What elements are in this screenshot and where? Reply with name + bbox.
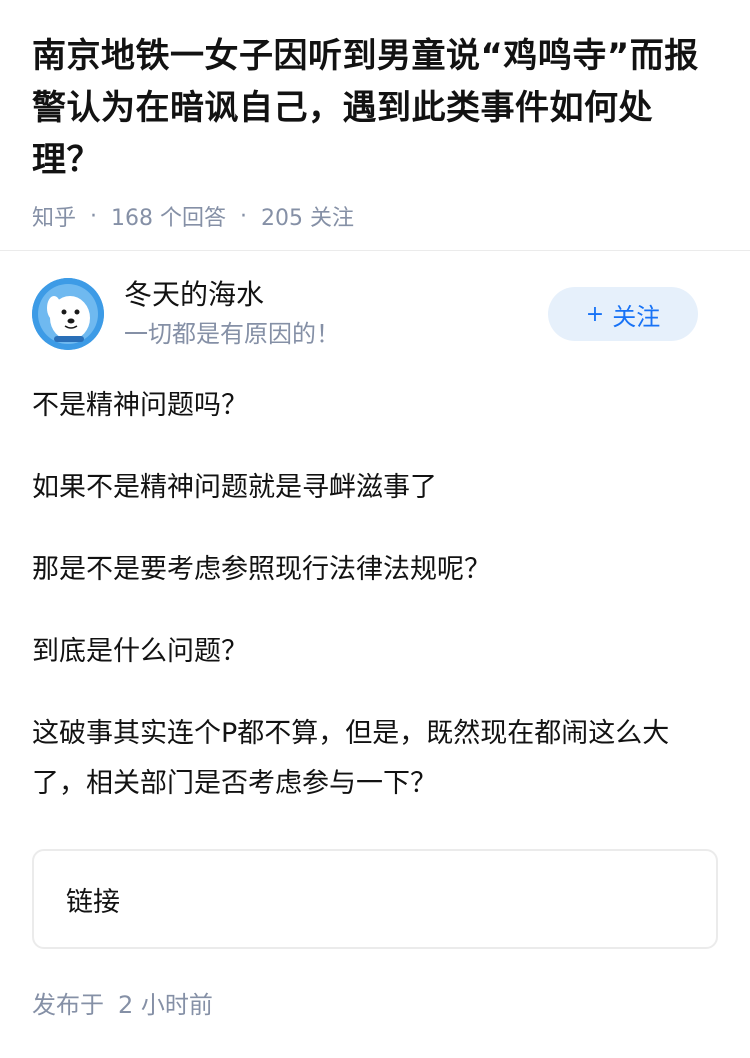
separator-dot: · (240, 203, 248, 229)
answer-count[interactable]: 168 个回答 (111, 200, 226, 232)
answer-paragraph: 到底是什么问题？ (32, 636, 248, 667)
published-relative-time: 2 小时前 (118, 991, 213, 1019)
link-card[interactable]: 链接 (32, 849, 718, 949)
follow-count: 205 关注 (261, 206, 355, 231)
answer-card: 冬天的海水 一切都是有原因的！ + 关注 不是精神问题吗？ 如果不是精神问题就是… (0, 239, 750, 1020)
question-meta: 知乎 · 168 个回答 · 205 关注 (32, 200, 718, 232)
published-prefix: 发布于 (32, 991, 104, 1019)
cartoon-dog-avatar-icon (32, 278, 104, 350)
answer-paragraph: 那是不是要考虑参照现行法律法规呢？ (32, 554, 491, 585)
question-title[interactable]: 南京地铁一女子因听到男童说“鸡鸣寺”而报警认为在暗讽自己，遇到此类事件如何处理？ (32, 30, 718, 186)
link-card-label: 链接 (66, 886, 120, 918)
author-row: 冬天的海水 一切都是有原因的！ + 关注 (32, 239, 718, 389)
published-time: 发布于 2 小时前 (32, 985, 718, 1020)
answer-paragraph: 这破事其实连个P都不算，但是，既然现在都闹这么大了，相关部门是否考虑参与一下？ (32, 718, 670, 799)
answer-paragraph: 如果不是精神问题就是寻衅滋事了 (32, 472, 437, 503)
source-label[interactable]: 知乎 (32, 200, 76, 232)
follow-button-label: 关注 (612, 302, 661, 331)
plus-icon: + (585, 301, 605, 327)
separator-dot: · (90, 203, 98, 229)
question-header: 南京地铁一女子因听到男童说“鸡鸣寺”而报警认为在暗讽自己，遇到此类事件如何处理？… (0, 0, 750, 231)
avatar[interactable] (32, 278, 104, 350)
answer-content: 不是精神问题吗？ 如果不是精神问题就是寻衅滋事了 那是不是要考虑参照现行法律法规… (32, 381, 718, 809)
follow-button[interactable]: + 关注 (548, 287, 698, 341)
